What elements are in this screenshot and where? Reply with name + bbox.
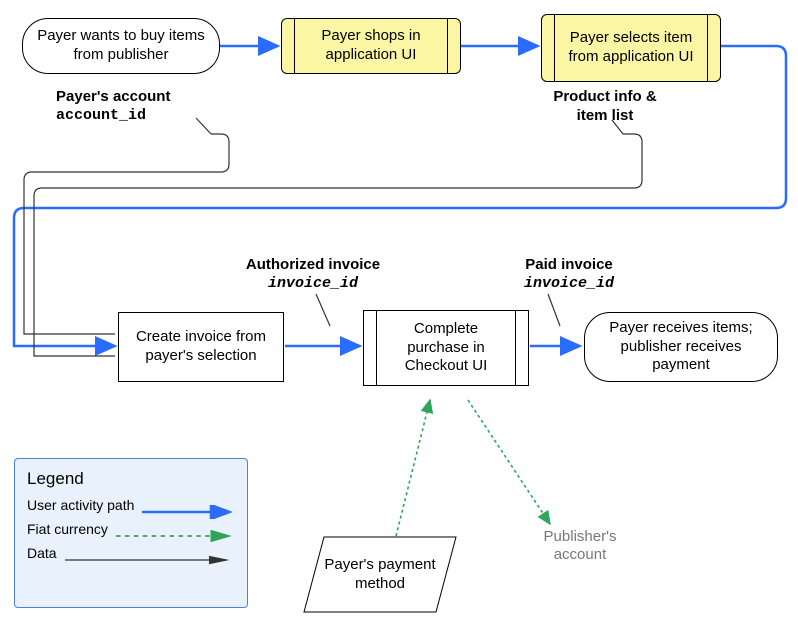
select-node: Payer selects item from application UI — [541, 14, 721, 82]
authorized-annotation-code: invoice_id — [218, 275, 408, 294]
authorized-annotation-label: Authorized invoice — [218, 256, 408, 275]
legend-data-label: Data — [27, 545, 57, 561]
legend-row-activity: User activity path — [27, 497, 235, 513]
legend-row-data: Data — [27, 545, 235, 561]
checkout-node-label: Complete purchase in Checkout UI — [383, 320, 509, 376]
shop-node-label: Payer shops in application UI — [301, 27, 441, 65]
product-annotation: Product info & item list — [520, 88, 690, 126]
select-node-label: Payer selects item from application UI — [561, 29, 701, 67]
flowchart-stage: Payer wants to buy items from publisher … — [0, 0, 798, 641]
checkout-node: Complete purchase in Checkout UI — [363, 310, 529, 386]
account-annotation-label: Payer's account — [56, 88, 236, 107]
legend-fiat-label: Fiat currency — [27, 521, 108, 537]
legend-title: Legend — [27, 469, 235, 489]
payment-method-label-wrap: Payer's payment method — [312, 540, 448, 610]
start-node-label: Payer wants to buy items from publisher — [31, 27, 211, 65]
paid-annotation-code: invoice_id — [494, 275, 644, 294]
publisher-account-label: Publisher's account — [520, 528, 640, 564]
payment-method-label: Payer's payment method — [312, 556, 448, 594]
product-annotation-line2: item list — [520, 107, 690, 126]
shop-node: Payer shops in application UI — [281, 18, 461, 74]
invoice-node-label: Create invoice from payer's selection — [127, 328, 275, 366]
end-node-label: Payer receives items; publisher receives… — [593, 319, 769, 375]
paid-annotation-label: Paid invoice — [494, 256, 644, 275]
invoice-node: Create invoice from payer's selection — [118, 312, 284, 382]
start-node: Payer wants to buy items from publisher — [22, 18, 220, 74]
legend-row-fiat: Fiat currency — [27, 521, 235, 537]
account-annotation: Payer's account account_id — [56, 88, 236, 126]
legend: Legend User activity path Fiat currency … — [14, 458, 248, 608]
end-node: Payer receives items; publisher receives… — [584, 312, 778, 382]
legend-activity-label: User activity path — [27, 497, 134, 513]
authorized-annotation: Authorized invoice invoice_id — [218, 256, 408, 294]
product-annotation-line1: Product info & — [520, 88, 690, 107]
account-annotation-code: account_id — [56, 107, 236, 126]
paid-annotation: Paid invoice invoice_id — [494, 256, 644, 294]
